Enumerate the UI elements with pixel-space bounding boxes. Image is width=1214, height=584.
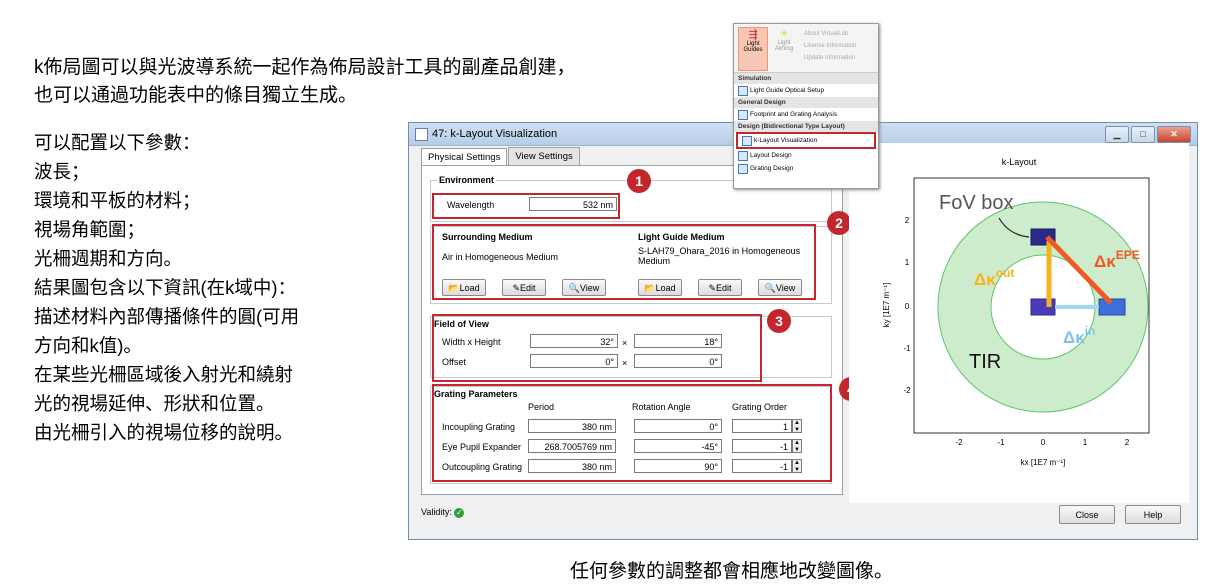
parameter-list: 可以配置以下參數： 波長； 環境和平板的材料； 視場角範圍； 光柵週期和方向。 … <box>34 128 299 447</box>
update-item[interactable]: Update Information <box>804 52 856 64</box>
close-window-button[interactable]: ✕ <box>1157 126 1191 143</box>
k-layout-svg: k-Layout FoV box TIR Δκout ΔκEPE Δκin -2… <box>882 157 1150 467</box>
intro-line: 也可以通過功能表中的條目獨立生成。 <box>34 85 358 106</box>
ribbon-strip: ⇶ Light Guides ☀ Light Aiming About Virt… <box>734 24 878 73</box>
param-line: 可以配置以下參數： <box>34 132 201 153</box>
k-layout-plot: k-Layout FoV box TIR Δκout ΔκEPE Δκin -2… <box>849 143 1189 503</box>
menu-item-grating-design[interactable]: Grating Design <box>734 162 878 175</box>
x-axis-label: kx [1E7 m⁻¹] <box>1021 458 1066 467</box>
param-line: 由光柵引入的視場位移的說明。 <box>34 422 294 443</box>
tab-physical-settings[interactable]: Physical Settings <box>421 148 508 166</box>
y-axis-label: ky [1E7 m⁻¹] <box>882 283 891 328</box>
light-guides-button[interactable]: ⇶ Light Guides <box>738 27 768 71</box>
menu-item-footprint[interactable]: Footprint and Grating Analysis <box>734 108 878 121</box>
param-line: 光的視場延伸、形狀和位置。 <box>34 393 275 414</box>
analysis-icon <box>738 110 748 120</box>
highlight-box-3 <box>432 314 762 382</box>
ribbon-side-items: About VirtualLab License Information Upd… <box>804 28 856 64</box>
about-item[interactable]: About VirtualLab <box>804 28 856 40</box>
fov-box-label: FoV box <box>939 192 1013 214</box>
menu-section-simulation: Simulation <box>734 73 878 84</box>
highlight-box-1 <box>432 193 620 219</box>
param-line: 描述材料內部傳播條件的圓(可用 <box>34 306 300 327</box>
badge-2: 2 <box>827 211 851 235</box>
tab-view-settings[interactable]: View Settings <box>508 147 580 165</box>
validity-indicator: Validity: ✓ <box>421 507 465 518</box>
app-icon <box>415 127 428 141</box>
layout-icon <box>738 151 748 161</box>
setup-icon <box>738 86 748 96</box>
menu-item-layout-design[interactable]: Layout Design <box>734 149 878 162</box>
minimize-button[interactable]: ▁ <box>1105 126 1129 143</box>
y-tick: 0 <box>905 302 910 311</box>
param-line: 波長； <box>34 161 90 182</box>
x-tick: 2 <box>1125 438 1130 447</box>
help-button[interactable]: Help <box>1125 505 1181 524</box>
highlight-box-2 <box>432 224 816 300</box>
param-line: 方向和k值)。 <box>34 335 142 356</box>
window-title: 47: k-Layout Visualization <box>432 128 558 140</box>
intro-line: k佈局圖可以與光波導系統一起作為佈局設計工具的副產品創建， <box>34 57 576 78</box>
y-tick: -1 <box>903 344 911 353</box>
light-aiming-button[interactable]: ☀ Light Aiming <box>770 27 798 69</box>
x-tick: -1 <box>997 438 1005 447</box>
highlight-box-4 <box>432 384 832 482</box>
footer-caption: 任何參數的調整都會相應地改變圖像。 <box>570 561 894 582</box>
environment-title: Environment <box>437 175 497 185</box>
param-line: 結果圖包含以下資訊(在k域中)： <box>34 277 297 298</box>
plot-title: k-Layout <box>1002 157 1037 167</box>
x-tick: -2 <box>955 438 963 447</box>
param-line: 環境和平板的材料； <box>34 190 201 211</box>
x-tick: 0 <box>1041 438 1046 447</box>
badge-1: 1 <box>627 169 651 193</box>
badge-3: 3 <box>767 309 791 333</box>
menu-section-general-design: General Design <box>734 97 878 108</box>
close-button[interactable]: Close <box>1059 505 1115 524</box>
tir-label: TIR <box>969 351 1001 373</box>
menu-item-k-layout[interactable]: k-Layout Visualization <box>736 132 876 149</box>
check-ok-icon: ✓ <box>454 508 465 518</box>
param-line: 在某些光柵區域後入射光和繞射 <box>34 364 294 385</box>
tab-strip: Physical Settings View Settings <box>421 147 581 166</box>
param-line: 視場角範圍； <box>34 219 146 240</box>
grating-icon <box>738 164 748 174</box>
y-tick: 1 <box>905 258 910 267</box>
light-guides-icon: ⇶ <box>748 29 758 41</box>
y-tick: -2 <box>903 386 911 395</box>
bulb-icon: ☀ <box>779 28 789 40</box>
y-tick: 2 <box>905 216 910 225</box>
intro-text: k佈局圖可以與光波導系統一起作為佈局設計工具的副產品創建， 也可以通過功能表中的… <box>34 54 576 110</box>
license-item[interactable]: License Information <box>804 40 856 52</box>
x-tick: 1 <box>1083 438 1088 447</box>
param-line: 光柵週期和方向。 <box>34 248 183 269</box>
k-layout-icon <box>742 136 752 146</box>
light-guides-menu: ⇶ Light Guides ☀ Light Aiming About Virt… <box>733 23 879 189</box>
menu-item-optical-setup[interactable]: Light Guide Optical Setup <box>734 84 878 97</box>
menu-section-design: Design (Bidirectional Type Layout) <box>734 121 878 132</box>
maximize-button[interactable]: □ <box>1131 126 1155 143</box>
